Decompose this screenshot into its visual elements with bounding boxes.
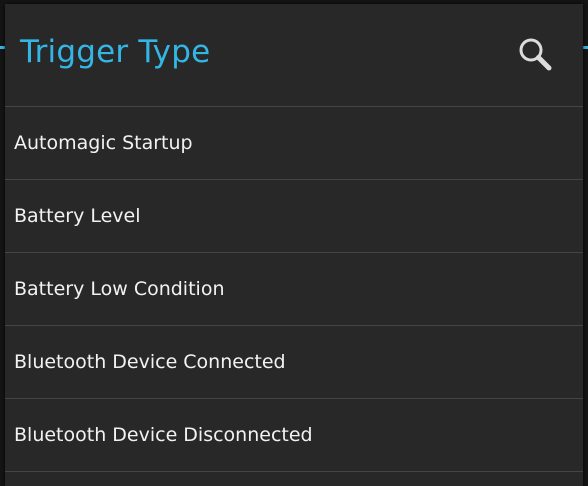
list-item-label: Battery Level [14,205,141,227]
list-item-bluetooth-device-connected[interactable]: Bluetooth Device Connected [5,326,583,399]
list-item-label: Bluetooth Device Disconnected [14,424,313,446]
list-item-battery-low-condition[interactable]: Battery Low Condition [5,253,583,326]
list-item-label: Battery Low Condition [14,278,225,300]
list-item-bluetooth-device-disconnected[interactable]: Bluetooth Device Disconnected [5,399,583,472]
trigger-type-list: Automagic Startup Battery Level Battery … [5,107,583,472]
search-button[interactable] [513,32,557,76]
dialog-header: Trigger Type [5,4,583,107]
list-item-automagic-startup[interactable]: Automagic Startup [5,107,583,180]
trigger-type-dialog: Trigger Type Automagic Startup Battery L… [5,4,583,486]
list-item-label: Bluetooth Device Connected [14,351,286,373]
dialog-title: Trigger Type [20,34,211,70]
search-icon [519,38,552,71]
list-item-battery-level[interactable]: Battery Level [5,180,583,253]
list-item-label: Automagic Startup [14,132,193,154]
